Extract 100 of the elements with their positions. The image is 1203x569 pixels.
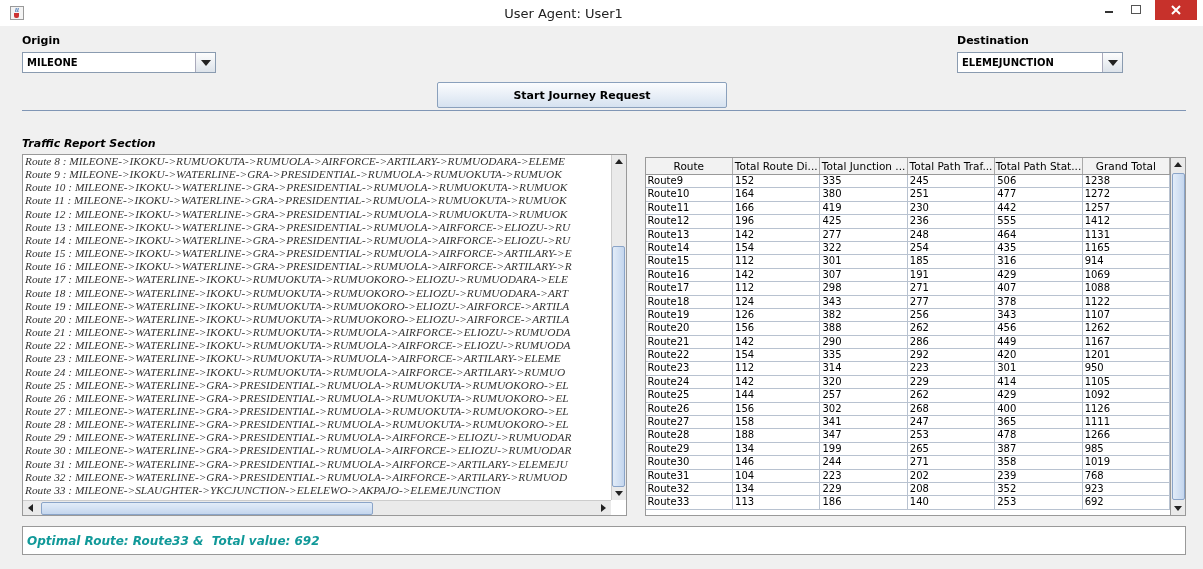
route-item[interactable]: Route 33 : MILEONE->SLAUGHTER->YKCJUNCTION->ELELEWO->AKPAJO->ELEMEJUNCTION — [25, 483, 611, 498]
route-item[interactable]: Route 10 : MILEONE->IKOKU->WATERLINE->GRA->PRESIDENTIAL->RUMUOLA->RUMUOKUTA->RUMUOK — [25, 181, 611, 195]
route-item[interactable]: Route 20 : MILEONE->WATERLINE->IKOKU->RUMUOKUTA->RUMUOKORO->ELIOZU->AIRFORCE->ARTILA — [25, 312, 611, 327]
route-item[interactable]: Route 15 : MILEONE->IKOKU->WATERLINE->GRA->PRESIDENTIAL->RUMUOLA->AIRFORCE->ARTILARY->E — [25, 247, 611, 261]
maximize-icon[interactable] — [1129, 3, 1143, 17]
table-cell: 144 — [733, 389, 821, 402]
optimal-route-text: Optimal Route: Route33 & Total value: 692 — [27, 533, 320, 548]
route-item[interactable]: Route 21 : MILEONE->WATERLINE->IKOKU->RUMUOKUTA->RUMUOLA->AIRFORCE->ELIOZU->RUMUODA — [25, 326, 611, 340]
scroll-left-icon[interactable] — [27, 503, 35, 513]
route-item[interactable]: Route 30 : MILEONE->WATERLINE->GRA->PRESIDENTIAL->RUMUOLA->AIRFORCE->ELIOZU->RUMUODAR — [25, 444, 611, 458]
table-cell: 506 — [995, 175, 1083, 188]
scroll-down-icon[interactable] — [1173, 504, 1183, 512]
table-cell: Route29 — [645, 442, 733, 456]
table-cell: 256 — [907, 308, 996, 322]
table-cell: 420 — [995, 349, 1083, 362]
table-cell: 104 — [733, 469, 821, 482]
table-cell: 358 — [995, 456, 1083, 469]
column-header[interactable]: Total Junction ... — [820, 158, 908, 174]
scroll-up-icon[interactable] — [613, 158, 624, 166]
table-cell: 134 — [733, 483, 821, 496]
column-header[interactable]: Total Path Stat... — [995, 158, 1083, 174]
table-cell: 244 — [820, 456, 908, 469]
table-cell: 186 — [820, 496, 908, 509]
vertical-scrollbar[interactable] — [1170, 158, 1185, 515]
table-cell: 185 — [907, 255, 996, 268]
destination-label: Destination — [957, 34, 1030, 47]
dropdown-arrow-icon — [200, 59, 211, 66]
horizontal-scrollbar[interactable] — [23, 500, 611, 515]
table-cell: 230 — [907, 201, 996, 215]
route-item[interactable]: Route 19 : MILEONE->WATERLINE->IKOKU->RUMUOKUTA->RUMUOKORO->ELIOZU->AIRFORCE->ARTILA — [25, 299, 611, 313]
table-cell: 387 — [995, 442, 1083, 456]
scroll-down-icon[interactable] — [613, 489, 624, 497]
table-cell: Route22 — [645, 349, 733, 362]
route-item[interactable]: Route 13 : MILEONE->IKOKU->WATERLINE->GRA->PRESIDENTIAL->RUMUOLA->AIRFORCE->ELIOZU->RU — [25, 220, 611, 234]
table-cell: 112 — [733, 282, 821, 295]
route-item[interactable]: Route 27 : MILEONE->WATERLINE->GRA->PRESIDENTIAL->RUMUOLA->RUMUOKUTA->RUMUOKORO->EL — [25, 404, 611, 419]
close-button[interactable] — [1155, 0, 1197, 20]
table-cell: 154 — [733, 241, 821, 255]
route-item[interactable]: Route 29 : MILEONE->WATERLINE->GRA->PRESIDENTIAL->RUMUOLA->AIRFORCE->ELIOZU->RUMUODAR — [25, 431, 611, 445]
origin-label: Origin — [22, 34, 62, 47]
table-cell: 407 — [995, 282, 1083, 295]
table-cell: 286 — [907, 335, 996, 349]
table-cell: Route24 — [645, 375, 733, 389]
table-cell: Route13 — [645, 228, 733, 241]
table-cell: 254 — [907, 241, 996, 255]
table-cell: 142 — [733, 375, 821, 389]
table-cell: 126 — [733, 308, 821, 322]
window-title: User Agent: User1 — [503, 5, 624, 21]
table-cell: Route27 — [645, 416, 733, 429]
route-item[interactable]: Route 14 : MILEONE->IKOKU->WATERLINE->GRA->PRESIDENTIAL->RUMUOLA->AIRFORCE->ELIOZU->RU — [25, 233, 611, 248]
scroll-right-icon[interactable] — [598, 503, 607, 513]
route-item[interactable]: Route 23 : MILEONE->WATERLINE->IKOKU->RUMUOKUTA->RUMUOLA->AIRFORCE->ARTILARY->ELEME — [25, 352, 611, 366]
route-item[interactable]: Route 22 : MILEONE->WATERLINE->IKOKU->RUMUOKUTA->RUMUOLA->AIRFORCE->ELIOZU->RUMUODA — [25, 339, 611, 353]
table-cell: 164 — [733, 188, 821, 201]
table-cell: 166 — [733, 201, 821, 215]
route-item[interactable]: Route 32 : MILEONE->WATERLINE->GRA->PRESIDENTIAL->RUMUOLA->AIRFORCE->ARTILARY->RUMUOD — [25, 470, 611, 484]
table-cell: 429 — [995, 268, 1083, 282]
table-cell: Route28 — [645, 429, 733, 442]
table-cell: 400 — [995, 402, 1083, 416]
route-item[interactable]: Route 24 : MILEONE->WATERLINE->IKOKU->RUMUOKUTA->RUMUOLA->AIRFORCE->ARTILARY->RUMUO — [25, 365, 611, 379]
table-cell: 247 — [907, 416, 996, 429]
table-cell: 262 — [907, 389, 996, 402]
route-item[interactable]: Route 28 : MILEONE->WATERLINE->GRA->PRESIDENTIAL->RUMUOLA->RUMUOKUTA->RUMUOKORO->EL — [25, 418, 611, 432]
table-cell: 271 — [907, 282, 996, 295]
table-cell: 253 — [907, 429, 996, 442]
table-cell: 146 — [733, 456, 821, 469]
table-cell: 253 — [995, 496, 1083, 509]
table-cell: 229 — [907, 375, 996, 389]
origin-dropdown[interactable]: MILEONE — [22, 52, 216, 73]
table-cell: Route30 — [645, 456, 733, 469]
table-cell: 414 — [995, 375, 1083, 389]
table-cell: 555 — [995, 215, 1083, 228]
table-cell: 365 — [995, 416, 1083, 429]
route-item[interactable]: Route 16 : MILEONE->IKOKU->WATERLINE->GRA->PRESIDENTIAL->RUMUOLA->AIRFORCE->ARTILARY->R — [25, 260, 611, 274]
route-item[interactable]: Route 17 : MILEONE->WATERLINE->IKOKU->RUMUOKUTA->RUMUOKORO->ELIOZU->RUMUODARA->ELE — [25, 273, 611, 287]
table-cell: 268 — [907, 402, 996, 416]
table-cell: 229 — [820, 483, 908, 496]
table-cell: 320 — [820, 375, 908, 389]
table-cell: 236 — [907, 215, 996, 228]
table-cell: Route11 — [645, 201, 733, 215]
table-cell: Route32 — [645, 483, 733, 496]
table-cell: 388 — [820, 322, 908, 335]
route-item[interactable]: Route 11 : MILEONE->IKOKU->WATERLINE->GRA->PRESIDENTIAL->RUMUOLA->RUMUOKUTA->RUMUOK — [25, 194, 611, 208]
route-item[interactable]: Route 12 : MILEONE->IKOKU->WATERLINE->GRA->PRESIDENTIAL->RUMUOLA->RUMUOKUTA->RUMUOK — [25, 207, 611, 221]
route-item[interactable]: Route 26 : MILEONE->WATERLINE->GRA->PRESIDENTIAL->RUMUOLA->RUMUOKUTA->RUMUOKORO->EL — [25, 391, 611, 405]
table-cell: 251 — [907, 188, 996, 201]
column-header[interactable]: Total Path Traf... — [907, 158, 996, 174]
scroll-up-icon[interactable] — [1173, 161, 1183, 169]
start-journey-button[interactable]: Start Journey Request — [437, 82, 727, 108]
column-header[interactable]: Route — [645, 158, 733, 174]
table-cell: Route19 — [645, 308, 733, 322]
column-header[interactable]: Total Route Di... — [733, 158, 821, 174]
destination-dropdown[interactable]: ELEMEJUNCTION — [957, 52, 1123, 73]
route-item[interactable]: Route 25 : MILEONE->WATERLINE->GRA->PRESIDENTIAL->RUMUOLA->RUMUOKUTA->RUMUOKORO->EL — [25, 378, 611, 392]
table-cell: 156 — [733, 402, 821, 416]
route-item[interactable]: Route 9 : MILEONE->IKOKU->WATERLINE->GRA->PRESIDENTIAL->RUMUOLA->RUMUOKUTA->RUMUOK — [25, 168, 611, 182]
route-item[interactable]: Route 8 : MILEONE->IKOKU->RUMUOKUTA->RUMUOLA->AIRFORCE->ARTILARY->RUMUODARA->ELEME — [25, 155, 611, 169]
vertical-scrollbar[interactable] — [610, 155, 626, 500]
route-item[interactable]: Route 31 : MILEONE->WATERLINE->GRA->PRESIDENTIAL->RUMUOLA->AIRFORCE->ARTILARY->ELEMEJU — [25, 457, 611, 471]
route-item[interactable]: Route 18 : MILEONE->WATERLINE->IKOKU->RUMUOKUTA->RUMUOKORO->ELIOZU->RUMUODARA->ART — [25, 286, 611, 300]
